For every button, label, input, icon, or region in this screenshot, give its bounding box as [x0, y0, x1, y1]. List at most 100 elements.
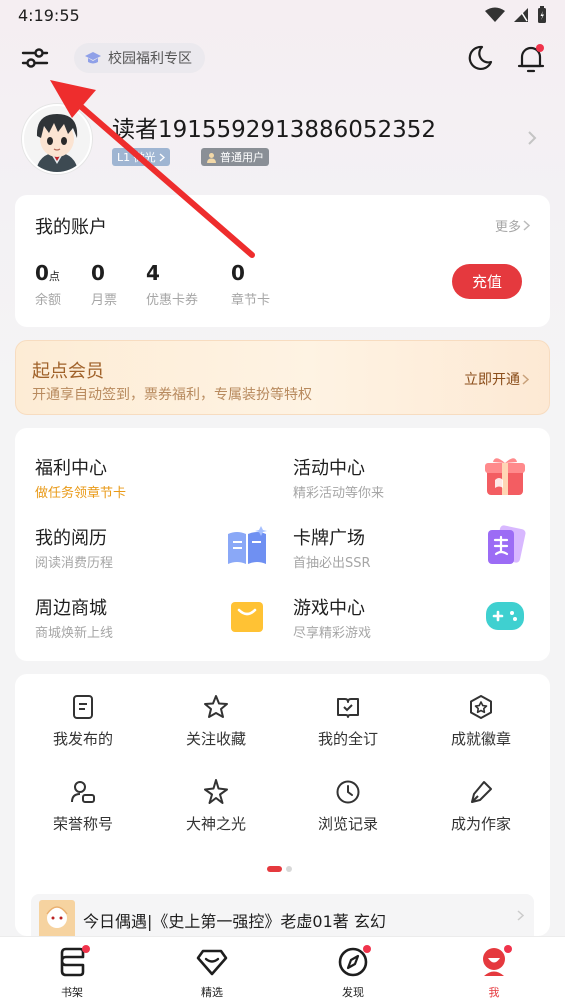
- service-subtitle: 阅读消费历程: [35, 556, 114, 571]
- tab-label: 我: [488, 986, 500, 999]
- star-icon: [204, 695, 228, 718]
- stat-coupons[interactable]: 4 优惠卡券: [146, 261, 198, 308]
- page-dot-active: [267, 866, 282, 872]
- shortcut-great-god-light[interactable]: 大神之光: [161, 779, 271, 849]
- service-title: 卡牌广场: [293, 528, 365, 549]
- shortcut-full-subscriptions[interactable]: 我的全订: [293, 694, 403, 764]
- status-bar: 4:19:55: [0, 0, 565, 32]
- stat-label: 优惠卡券: [146, 293, 199, 308]
- tab-featured[interactable]: 精选: [172, 945, 252, 1000]
- bell-icon: [517, 44, 545, 73]
- service-welfare-center[interactable]: 福利中心 做任务领章节卡: [35, 454, 285, 514]
- tab-me[interactable]: 我: [454, 945, 534, 1000]
- document-icon: [73, 695, 93, 719]
- stat-monthly-ticket[interactable]: 0 月票: [91, 261, 117, 308]
- level-badge[interactable]: L1 微光: [112, 148, 170, 166]
- notifications-button[interactable]: [516, 42, 546, 74]
- vip-open-button[interactable]: 立即开通: [464, 369, 529, 389]
- chevron-right-icon: [528, 131, 537, 145]
- more-label: 更多: [494, 220, 521, 235]
- notification-dot: [82, 945, 90, 953]
- shortcut-achievements[interactable]: 成就徽章: [426, 694, 536, 764]
- card-icon: [488, 525, 526, 564]
- bottom-tab-bar: 书架 精选 发现 我: [0, 936, 565, 1004]
- account-card: 我的账户 更多 0点 余额 0 月票 4 优惠卡券 0 章节卡 充值: [15, 195, 550, 327]
- notification-dot: [363, 945, 371, 953]
- shortcut-become-writer[interactable]: 成为作家: [426, 779, 536, 849]
- shortcut-label: 成就徽章: [450, 730, 511, 748]
- recharge-button[interactable]: 充值: [452, 264, 522, 299]
- user-icon: [207, 152, 216, 163]
- stat-label: 章节卡: [231, 293, 271, 308]
- service-subtitle: 做任务领章节卡: [35, 486, 127, 501]
- shortcut-favorites[interactable]: 关注收藏: [161, 694, 271, 764]
- vip-membership-card[interactable]: 起点会员 开通享自动签到，票券福利，专属装扮等特权 立即开通: [15, 340, 550, 415]
- tab-label: 发现: [342, 986, 364, 999]
- service-card-plaza[interactable]: 卡牌广场 首抽必出SSR: [293, 524, 543, 584]
- shopping-bag-icon: [231, 602, 263, 632]
- tab-discover[interactable]: 发现: [313, 945, 393, 1000]
- service-merch-store[interactable]: 周边商城 商城焕新上线: [35, 594, 285, 654]
- shortcut-label: 大神之光: [185, 815, 246, 833]
- service-game-center[interactable]: 游戏中心 尽享精彩游戏: [293, 594, 543, 654]
- user-type-label: 普通用户: [220, 151, 264, 164]
- service-title: 周边商城: [35, 598, 107, 619]
- shortcut-label: 荣誉称号: [52, 815, 113, 833]
- services-card: 福利中心 做任务领章节卡 活动中心 精彩活动等你来 我的阅历 阅读消费历程 卡牌…: [15, 428, 550, 661]
- night-mode-button[interactable]: [464, 43, 494, 73]
- clock-icon: [336, 780, 360, 804]
- sliders-icon: [21, 48, 49, 68]
- page-dot: [286, 866, 292, 872]
- service-title: 我的阅历: [35, 528, 107, 549]
- account-more-link[interactable]: 更多: [495, 216, 530, 235]
- username: 读者1915592913886052352: [112, 117, 437, 143]
- encounter-text: 今日偶遇|《史上第一强控》老虚01著 玄幻: [83, 912, 386, 931]
- stat-chapter-cards[interactable]: 0 章节卡: [231, 261, 270, 308]
- shortcut-browse-history[interactable]: 浏览记录: [293, 779, 403, 849]
- avatar[interactable]: [22, 104, 92, 174]
- daily-encounter-banner[interactable]: 今日偶遇|《史上第一强控》老虚01著 玄幻: [31, 894, 534, 936]
- service-reading-history[interactable]: 我的阅历 阅读消费历程: [35, 524, 285, 584]
- diamond-icon: [196, 949, 228, 976]
- profile-header[interactable]: 读者1915592913886052352 L1 微光 普通用户: [20, 100, 545, 180]
- shortcut-my-posts[interactable]: 我发布的: [28, 694, 138, 764]
- badge-icon: [470, 695, 492, 719]
- tab-label: 精选: [201, 986, 223, 999]
- page-indicator: [267, 866, 292, 872]
- stat-balance[interactable]: 0点 余额: [35, 261, 61, 308]
- shortcut-honor-titles[interactable]: 荣誉称号: [28, 779, 138, 849]
- status-icons: [485, 6, 547, 24]
- signal-icon: [514, 8, 528, 22]
- stat-value: 4: [146, 261, 160, 285]
- service-subtitle: 商城焕新上线: [35, 626, 114, 641]
- stat-value: 0: [91, 261, 105, 285]
- top-bar: 校园福利专区: [0, 36, 565, 80]
- campus-benefits-button[interactable]: 校园福利专区: [74, 43, 205, 73]
- shortcuts-card: 我发布的 关注收藏 我的全订 成就徽章 荣誉称号 大神之光 浏览记录 成为作家: [15, 674, 550, 936]
- service-title: 福利中心: [35, 458, 107, 479]
- chevron-right-icon: [523, 220, 530, 231]
- service-subtitle: 精彩活动等你来: [293, 486, 385, 501]
- chevron-right-icon: [517, 910, 524, 921]
- stat-unit: 点: [48, 270, 60, 283]
- pen-icon: [471, 781, 492, 803]
- book-cover-thumbnail-icon: [39, 900, 75, 936]
- service-subtitle: 首抽必出SSR: [293, 556, 371, 571]
- person-icon: [71, 781, 95, 803]
- user-type-badge: 普通用户: [201, 148, 269, 166]
- shortcut-label: 我的全订: [317, 730, 378, 748]
- vip-subtitle: 开通享自动签到，票券福利，专属装扮等特权: [32, 387, 312, 403]
- shortcut-label: 浏览记录: [317, 815, 378, 833]
- tab-bookshelf[interactable]: 书架: [32, 945, 112, 1000]
- stat-label: 余额: [35, 293, 62, 308]
- gamepad-icon: [486, 602, 524, 630]
- service-activity-center[interactable]: 活动中心 精彩活动等你来: [293, 454, 543, 514]
- service-subtitle: 尽享精彩游戏: [293, 626, 372, 641]
- battery-icon: [538, 6, 546, 23]
- shortcut-label: 成为作家: [450, 815, 511, 833]
- settings-button[interactable]: [20, 44, 50, 72]
- chevron-right-small-icon: [159, 153, 165, 161]
- stat-value: 0: [35, 261, 49, 285]
- sparkle-icon: [204, 779, 228, 804]
- vip-title: 起点会员: [32, 361, 104, 382]
